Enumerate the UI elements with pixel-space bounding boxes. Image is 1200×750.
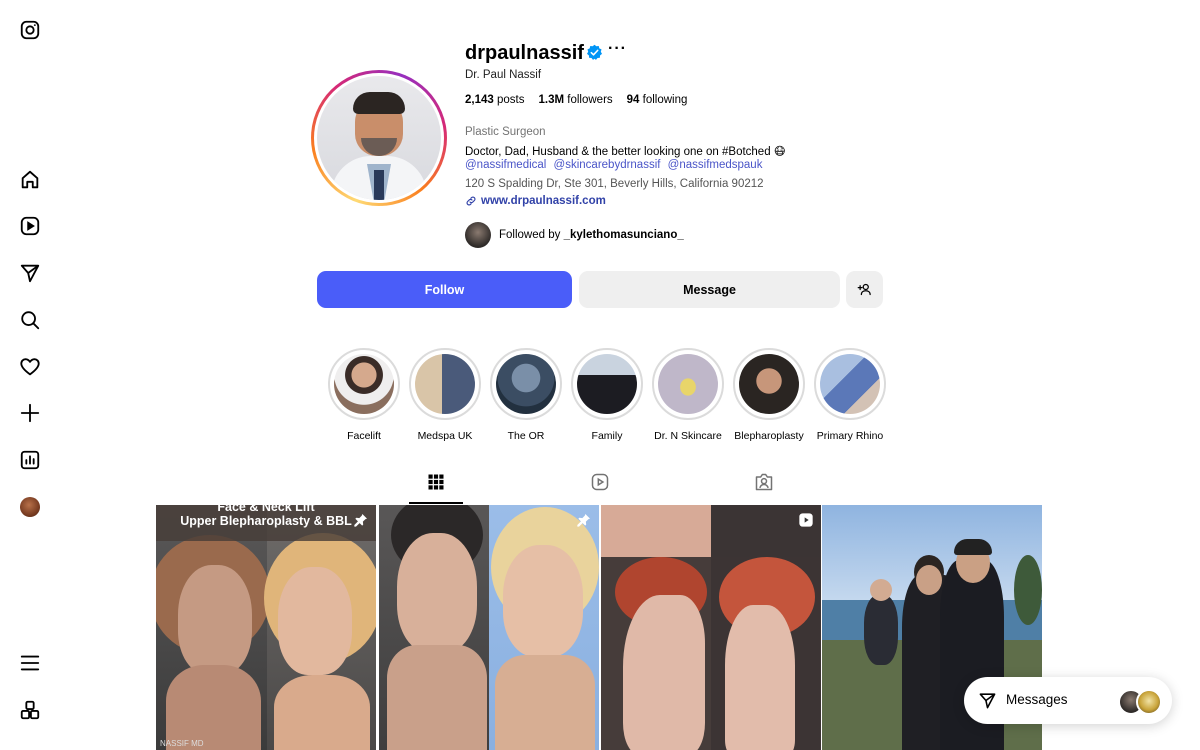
reels-icon[interactable]	[18, 214, 42, 238]
instagram-logo-icon[interactable]	[18, 18, 42, 42]
post-tile[interactable]	[601, 505, 821, 750]
profile-tabs	[320, 472, 880, 504]
following-stat[interactable]: 94 following	[627, 94, 688, 106]
menu-icon[interactable]	[18, 651, 42, 675]
follow-button[interactable]: Follow	[317, 271, 572, 308]
more-options-button[interactable]: ···	[608, 40, 627, 58]
grid-icon	[428, 474, 444, 490]
search-icon[interactable]	[18, 308, 42, 332]
website-link[interactable]: www.drpaulnassif.com	[465, 195, 606, 207]
pinned-icon	[577, 514, 590, 527]
tab-posts-grid[interactable]	[409, 472, 463, 504]
dashboard-chart-icon[interactable]	[18, 448, 42, 472]
mention-link[interactable]: @nassifmedspauk	[668, 159, 763, 171]
create-plus-icon[interactable]	[18, 401, 42, 425]
profile-picture	[317, 76, 441, 200]
followers-stat[interactable]: 1.3M followers	[538, 94, 612, 106]
highlight-the-or[interactable]: The OR	[490, 348, 562, 442]
highlight-primary-rhino[interactable]: Primary Rhino	[814, 348, 886, 442]
website-url: www.drpaulnassif.com	[481, 195, 606, 207]
mention-link[interactable]: @nassifmedical	[465, 159, 546, 171]
highlight-family[interactable]: Family	[571, 348, 643, 442]
profile-avatar[interactable]	[18, 495, 42, 519]
tab-reels[interactable]	[573, 472, 627, 504]
highlight-dr-n-skincare[interactable]: Dr. N Skincare	[652, 348, 724, 442]
add-person-icon	[857, 283, 871, 296]
suggested-accounts-button[interactable]	[846, 271, 883, 308]
video-icon	[799, 513, 813, 527]
post-tile[interactable]: Face & Neck Lift Upper Blepharoplasty & …	[156, 505, 376, 750]
home-icon[interactable]	[18, 168, 42, 192]
messages-button[interactable]: Messages	[964, 677, 1172, 724]
post-caption-banner: Face & Neck Lift Upper Blepharoplasty & …	[156, 505, 376, 541]
posts-count-stat: 2,143 posts	[465, 94, 525, 106]
highlight-medspa-uk[interactable]: Medspa UK	[409, 348, 481, 442]
profile-username: drpaulnassif	[465, 42, 584, 64]
post-watermark: NASSIF MD	[160, 739, 204, 748]
profile-picture-story-ring[interactable]	[311, 70, 447, 206]
follower-avatar	[465, 222, 491, 248]
profile-stats: 2,143 posts 1.3M followers 94 following	[465, 94, 687, 106]
tagged-icon	[755, 473, 773, 491]
highlight-facelift[interactable]: Facelift	[328, 348, 400, 442]
reels-tab-icon	[591, 473, 609, 491]
tab-tagged[interactable]	[737, 472, 791, 504]
message-button[interactable]: Message	[579, 271, 840, 308]
profile-full-name: Dr. Paul Nassif	[465, 69, 542, 81]
messages-label: Messages	[1006, 692, 1068, 707]
followed-by-username: _kylethomasunciano_	[563, 229, 684, 241]
profile-mentions: @nassifmedical @skincarebydrnassif @nass…	[465, 159, 766, 171]
heart-icon[interactable]	[18, 355, 42, 379]
left-nav	[0, 0, 60, 750]
verified-badge-icon	[586, 44, 603, 60]
profile-address: 120 S Spalding Dr, Ste 301, Beverly Hill…	[465, 178, 764, 190]
direct-send-icon[interactable]	[18, 261, 42, 285]
direct-messages-icon	[979, 693, 996, 709]
posts-grid: Face & Neck Lift Upper Blepharoplasty & …	[156, 505, 1044, 750]
mention-link[interactable]: @skincarebydrnassif	[554, 159, 661, 171]
profile-category: Plastic Surgeon	[465, 126, 546, 138]
conversation-avatar	[1136, 689, 1162, 715]
followed-by[interactable]: Followed by _kylethomasunciano_	[465, 222, 684, 248]
link-icon	[466, 196, 476, 206]
profile-bio: Doctor, Dad, Husband & the better lookin…	[465, 146, 786, 158]
also-from-meta-icon[interactable]	[18, 698, 42, 722]
pinned-icon	[354, 514, 367, 527]
highlight-blepharoplasty[interactable]: Blepharoplasty	[733, 348, 805, 442]
post-tile[interactable]	[379, 505, 599, 750]
